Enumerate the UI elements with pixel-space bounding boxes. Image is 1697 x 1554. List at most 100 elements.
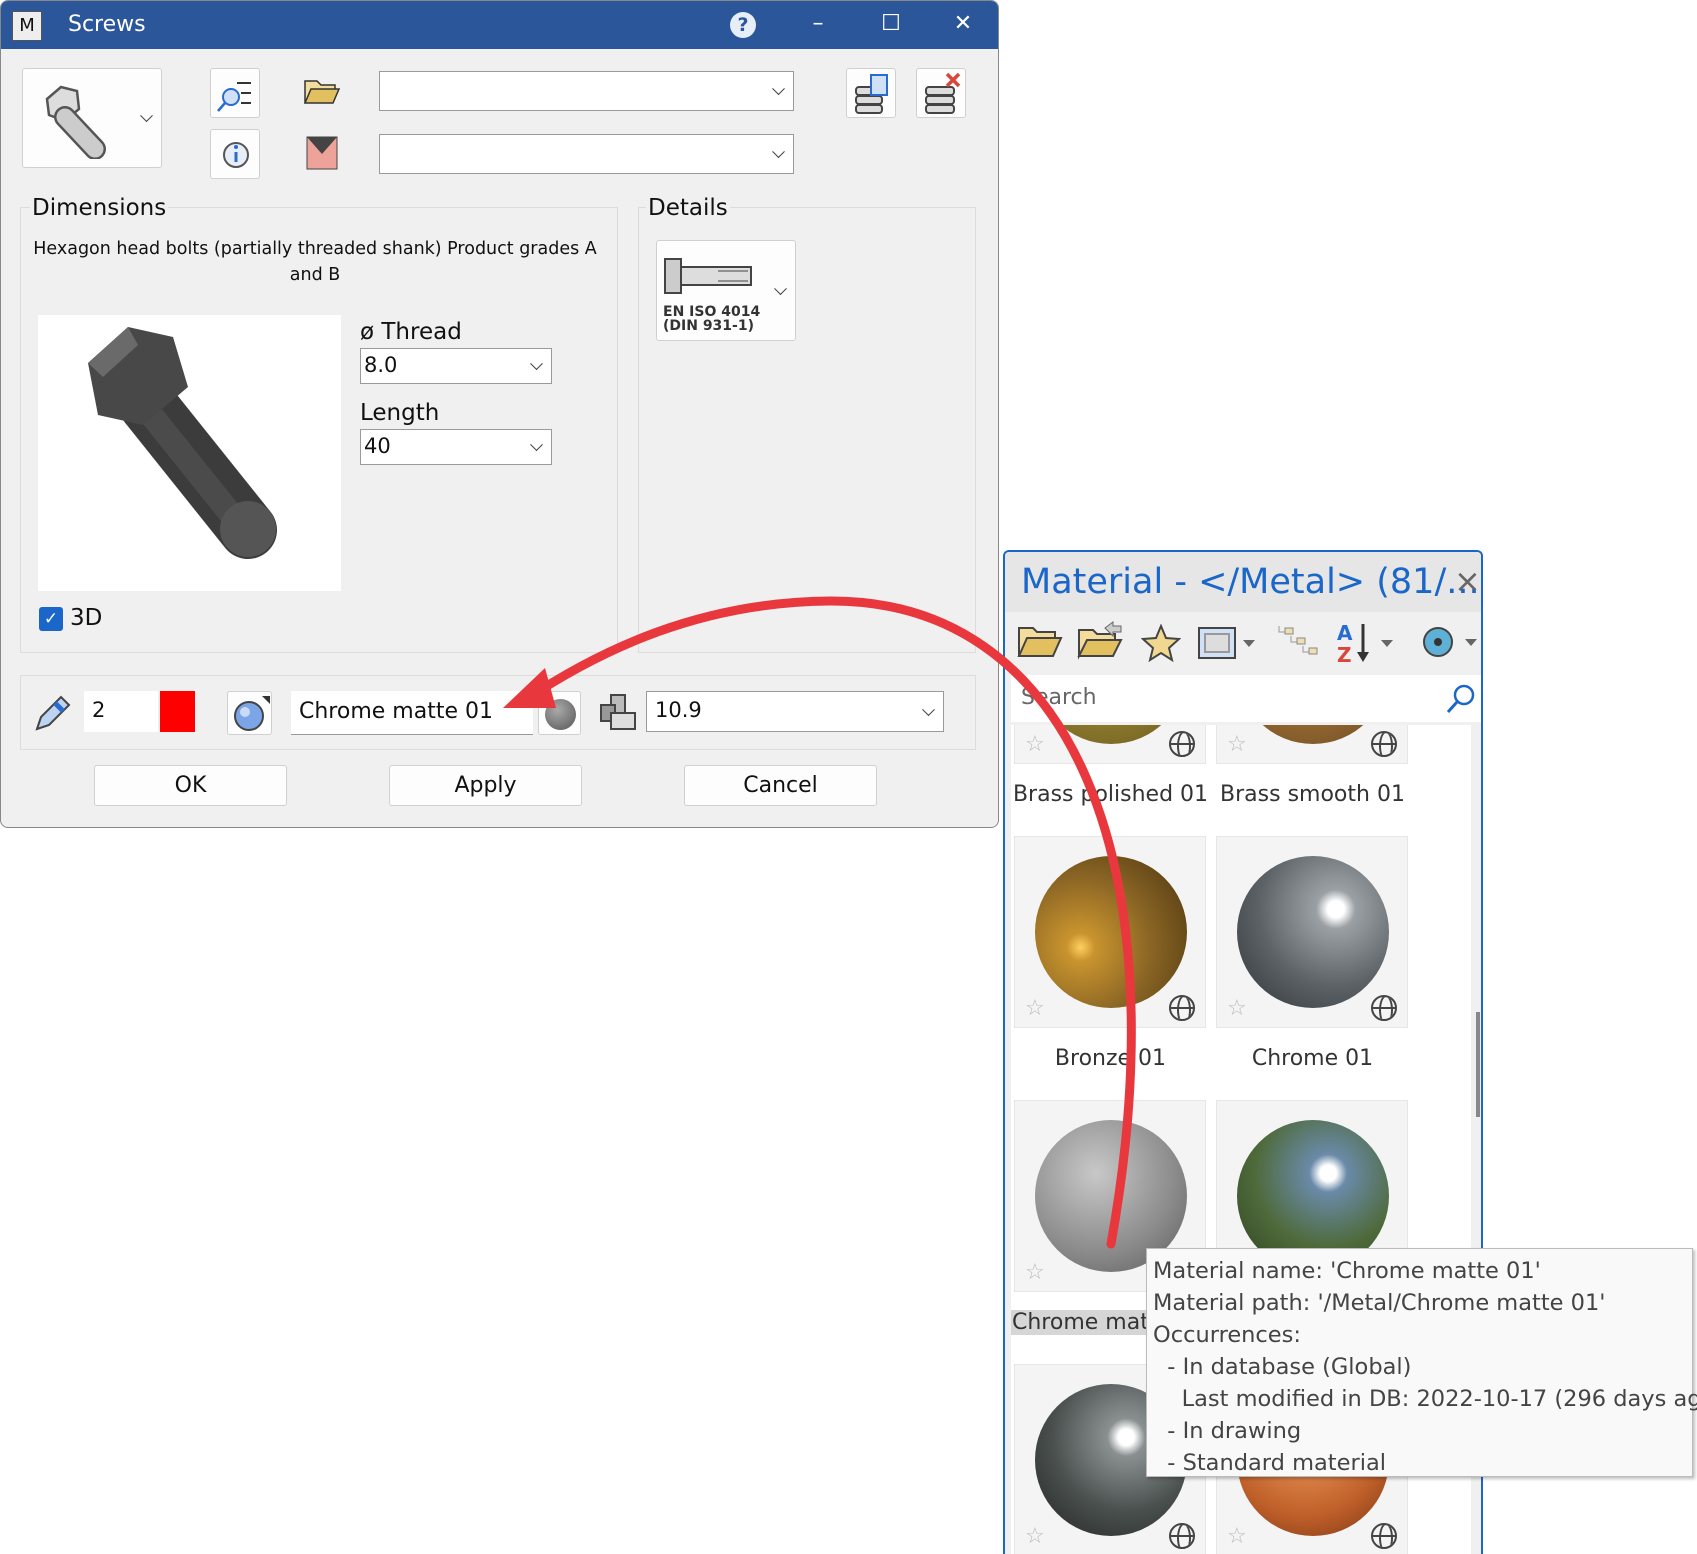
favorite-star-icon[interactable]: ☆ xyxy=(1025,1524,1045,1549)
dimensions-title: Dimensions xyxy=(30,195,169,221)
3d-checkbox[interactable]: ✓ xyxy=(39,607,63,631)
chevron-down-icon xyxy=(772,82,785,96)
material-label[interactable]: Brass polished 01 xyxy=(1011,782,1213,807)
bolt-preview xyxy=(38,315,341,591)
tooltip-line: - In drawing xyxy=(1153,1418,1302,1444)
ok-button[interactable]: OK xyxy=(94,765,287,806)
chevron-down-icon xyxy=(530,357,543,371)
thread-combo[interactable]: 8.0 xyxy=(360,348,552,384)
globe-icon xyxy=(1169,995,1195,1021)
globe-icon xyxy=(1169,731,1195,757)
help-button[interactable]: ? xyxy=(730,12,756,38)
material-preview-button[interactable] xyxy=(538,691,581,735)
favorite-star-icon[interactable]: ☆ xyxy=(1025,1260,1045,1285)
search-list-button[interactable] xyxy=(210,68,260,118)
close-button[interactable]: ✕ xyxy=(943,11,983,36)
open-folder-icon[interactable] xyxy=(1017,624,1063,660)
material-value: Chrome matte 01 xyxy=(299,699,493,724)
catalog-combo[interactable] xyxy=(379,134,794,174)
maximize-button[interactable]: ☐ xyxy=(871,11,911,36)
minimize-button[interactable]: – xyxy=(798,11,838,36)
tooltip-line: - Standard material xyxy=(1153,1450,1386,1476)
gray-sphere-icon xyxy=(545,699,576,730)
bolt-description: Hexagon head bolts (partially threaded s… xyxy=(33,239,597,285)
hex-bolt-icon xyxy=(45,85,106,159)
search-icon[interactable] xyxy=(1445,683,1477,715)
database-save-icon xyxy=(855,74,888,114)
details-title: Details xyxy=(646,195,730,221)
material-label[interactable]: Brass smooth 01 xyxy=(1210,782,1415,807)
svg-text:A: A xyxy=(1337,621,1353,645)
favorites-star-icon[interactable] xyxy=(1141,624,1181,662)
standard-line1: EN ISO 4014 xyxy=(663,304,761,320)
tooltip-line: Material name: 'Chrome matte 01' xyxy=(1153,1258,1541,1284)
info-icon xyxy=(223,142,249,168)
info-button[interactable] xyxy=(210,129,260,179)
favorite-star-icon[interactable]: ☆ xyxy=(1227,1524,1247,1549)
3d-label: 3D xyxy=(70,605,103,631)
title-bar: M Screws ? – ☐ ✕ xyxy=(1,1,998,49)
pen-width-value: 2 xyxy=(92,698,106,722)
screw-type-button[interactable] xyxy=(22,68,162,168)
strength-class-value: 10.9 xyxy=(655,698,702,722)
material-sphere xyxy=(1035,725,1187,744)
envelope-icon[interactable] xyxy=(306,136,338,170)
tree-structure-icon[interactable] xyxy=(1275,622,1321,664)
panel-close-button[interactable]: × xyxy=(1454,562,1481,600)
material-field[interactable]: Chrome matte 01 xyxy=(291,691,533,735)
database-delete-icon xyxy=(925,72,961,114)
globe-icon xyxy=(1169,1523,1195,1549)
material-tile[interactable]: ☆ xyxy=(1216,725,1408,764)
favorite-star-icon[interactable]: ☆ xyxy=(1025,996,1045,1021)
material-tile[interactable]: ☆ xyxy=(1014,725,1206,764)
sort-az-icon[interactable]: AZ xyxy=(1335,620,1399,664)
delete-from-database-button[interactable] xyxy=(916,68,966,118)
favorite-star-icon[interactable]: ☆ xyxy=(1227,732,1247,757)
material-tile[interactable]: ☆ xyxy=(1014,836,1206,1028)
apply-button[interactable]: Apply xyxy=(389,765,582,806)
bolt-side-icon xyxy=(664,258,752,294)
chevron-down-icon xyxy=(772,145,785,159)
sphere-icon xyxy=(234,696,270,731)
search-box[interactable]: Search xyxy=(1011,675,1481,722)
tooltip-line: Material path: '/Metal/Chrome matte 01' xyxy=(1153,1290,1606,1316)
length-combo[interactable]: 40 xyxy=(360,429,552,465)
pen-width-field[interactable]: 2 xyxy=(84,691,158,732)
standard-label: EN ISO 4014 (DIN 931-1) xyxy=(663,305,760,333)
strength-class-combo[interactable]: 10.9 xyxy=(646,691,944,732)
standard-line2: (DIN 931-1) xyxy=(663,318,754,334)
chevron-down-icon xyxy=(922,702,935,716)
favorite-star-icon[interactable]: ☆ xyxy=(1227,996,1247,1021)
search-list-icon xyxy=(217,82,251,112)
length-value: 40 xyxy=(364,434,391,458)
cancel-button[interactable]: Cancel xyxy=(684,765,877,806)
window-title: Screws xyxy=(68,12,146,37)
chevron-down-icon xyxy=(140,109,153,123)
view-mode-icon[interactable] xyxy=(1197,626,1263,662)
tooltip-line: - In database (Global) xyxy=(1153,1354,1412,1380)
scrollbar-thumb[interactable] xyxy=(1476,1012,1480,1117)
standard-select-button[interactable]: EN ISO 4014 (DIN 931-1) xyxy=(656,240,796,341)
chevron-down-icon xyxy=(530,438,543,452)
favorite-star-icon[interactable]: ☆ xyxy=(1025,732,1045,757)
tooltip-line: Occurrences: xyxy=(1153,1322,1301,1348)
material-sphere xyxy=(1237,856,1389,1008)
folder-icon[interactable] xyxy=(303,77,341,107)
globe-icon xyxy=(1371,995,1397,1021)
display-options-icon[interactable] xyxy=(1423,626,1483,660)
save-to-database-button[interactable] xyxy=(846,68,896,118)
pencil-icon[interactable] xyxy=(31,693,71,733)
globe-icon xyxy=(1371,731,1397,757)
import-folder-icon[interactable] xyxy=(1077,620,1125,660)
material-picker-button[interactable] xyxy=(227,691,272,735)
material-label[interactable]: Bronze 01 xyxy=(1011,1046,1213,1071)
material-label[interactable]: Chrome 01 xyxy=(1210,1046,1415,1071)
material-sphere xyxy=(1035,856,1187,1008)
svg-text:Z: Z xyxy=(1337,643,1352,664)
pen-color-swatch[interactable] xyxy=(160,691,195,732)
library-combo[interactable] xyxy=(379,71,794,111)
material-tile[interactable]: ☆ xyxy=(1216,836,1408,1028)
material-sphere xyxy=(1237,725,1389,744)
strength-class-icon xyxy=(600,694,636,730)
thread-label: ø Thread xyxy=(360,319,462,345)
